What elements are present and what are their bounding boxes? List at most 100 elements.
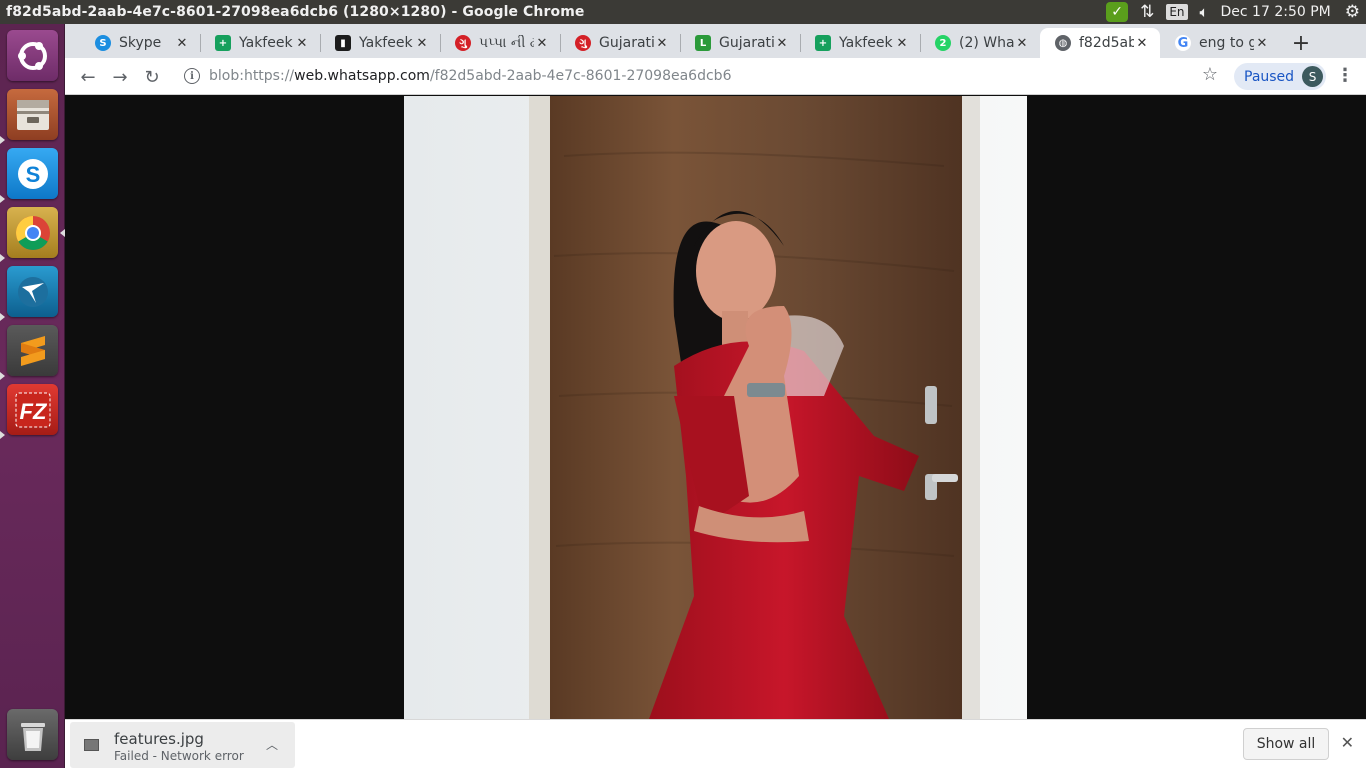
avatar: S <box>1302 66 1323 87</box>
tab-label: Yakfeek <box>839 35 893 51</box>
window-title: f82d5abd-2aab-4e7c-8601-27098ea6dcb6 (12… <box>6 4 585 20</box>
close-icon[interactable]: ✕ <box>1134 35 1150 51</box>
tab-7[interactable]: + Yakfeek ✕ <box>800 28 920 58</box>
gujarati-site-icon: ગુ <box>575 35 591 51</box>
close-icon[interactable]: ✕ <box>294 35 310 51</box>
indicator-area: ✓ ⇅ En 🔈︎ Dec 17 2:50 PM ⚙ <box>1100 0 1366 24</box>
kingfisher-icon <box>17 276 48 307</box>
reload-icon: ↻ <box>144 66 160 88</box>
profile-status: Paused <box>1244 68 1295 85</box>
forward-button[interactable]: → <box>107 64 133 90</box>
chrome-icon <box>15 215 50 250</box>
close-icon[interactable]: ✕ <box>654 35 670 51</box>
launcher-item-skype[interactable]: S <box>7 148 58 199</box>
tab-1[interactable]: S Skype ✕ <box>80 28 200 58</box>
yakfeek-icon: + <box>815 35 831 51</box>
tab-8[interactable]: 2 (2) What ✕ <box>920 28 1040 58</box>
tab-label: Gujarati <box>719 35 774 51</box>
volume-icon: 🔈︎ <box>1199 3 1209 21</box>
displayed-photo <box>404 96 1027 719</box>
chevron-up-icon[interactable]: ︿ <box>266 736 278 753</box>
download-filename: features.jpg <box>114 730 204 748</box>
launcher-item-dash[interactable] <box>7 30 58 81</box>
tab-5[interactable]: ગુ Gujarati ✕ <box>560 28 680 58</box>
google-icon: G <box>1175 35 1191 51</box>
svg-text:FZ: FZ <box>19 399 47 424</box>
date-label: Dec 17 <box>1220 4 1270 20</box>
close-icon[interactable]: ✕ <box>774 35 790 51</box>
show-all-button[interactable]: Show all <box>1243 728 1329 760</box>
close-icon[interactable]: ✕ <box>894 35 910 51</box>
sound-indicator[interactable]: 🔈︎ <box>1194 0 1215 24</box>
download-shelf: features.jpg Failed - Network error ︿ Sh… <box>65 719 1366 768</box>
tab-label: પપ્પા ની ઢ <box>479 35 534 51</box>
url-text[interactable]: blob:https://web.whatsapp.com/f82d5abd-2… <box>209 68 731 84</box>
update-indicator[interactable]: ✓ <box>1100 0 1134 24</box>
system-menu[interactable]: ⚙ <box>1339 0 1366 24</box>
tab-label: eng to g <box>1199 35 1254 51</box>
reload-button[interactable]: ↻ <box>139 64 165 90</box>
tab-2[interactable]: + Yakfeek ✕ <box>200 28 320 58</box>
tab-label: Gujarati <box>599 35 654 51</box>
url-path: /f82d5abd-2aab-4e7c-8601-27098ea6dcb6 <box>429 68 732 84</box>
globe-icon: ◍ <box>1055 35 1071 51</box>
files-icon <box>16 99 49 130</box>
tab-10[interactable]: Geng to g ✕ <box>1160 28 1280 58</box>
tab-9[interactable]: ◍ f82d5abd✕ <box>1040 28 1160 58</box>
close-icon[interactable]: ✕ <box>1254 35 1270 51</box>
network-arrows-icon: ⇅ <box>1140 2 1155 22</box>
tab-label: f82d5abd <box>1079 35 1134 51</box>
clock-indicator[interactable]: Dec 17 2:50 PM <box>1215 0 1339 24</box>
address-bar[interactable]: i blob:https://web.whatsapp.com/f82d5abd… <box>175 61 1225 91</box>
download-item[interactable]: features.jpg Failed - Network error ︿ <box>70 722 295 768</box>
download-status: Failed - Network error <box>114 749 244 763</box>
close-icon[interactable]: ✕ <box>1341 733 1354 752</box>
launcher: S FZ <box>0 24 65 768</box>
network-indicator[interactable]: ⇅ <box>1134 0 1160 24</box>
menu-dots-icon[interactable]: ⋮ <box>1336 65 1354 86</box>
tab-4[interactable]: ગુ પપ્પા ની ઢ ✕ <box>440 28 560 58</box>
arrow-left-icon: ← <box>80 66 96 88</box>
new-tab-button[interactable]: + <box>1288 30 1314 56</box>
sublime-text-icon <box>20 335 45 366</box>
tab-6[interactable]: L Gujarati ✕ <box>680 28 800 58</box>
launcher-item-chrome[interactable] <box>7 207 58 258</box>
gujarati-site-icon: ગુ <box>455 35 471 51</box>
launcher-item-files[interactable] <box>7 89 58 140</box>
svg-text:S: S <box>25 162 40 187</box>
url-host: web.whatsapp.com <box>294 68 430 84</box>
image-file-icon <box>84 739 99 751</box>
ruler-icon: L <box>695 35 711 51</box>
keyboard-indicator[interactable]: En <box>1160 0 1193 24</box>
launcher-item-trash[interactable] <box>7 709 58 760</box>
time-label: 2:50 PM <box>1274 4 1331 20</box>
tab-3[interactable]: ▮ Yakfeek ✕ <box>320 28 440 58</box>
arrow-right-icon: → <box>112 66 128 88</box>
whatsapp-icon: 2 <box>935 35 951 51</box>
launcher-item-filezilla[interactable]: FZ <box>7 384 58 435</box>
close-icon[interactable]: ✕ <box>174 35 190 51</box>
launcher-item-sublime[interactable] <box>7 325 58 376</box>
browser-toolbar: ← → ↻ i blob:https://web.whatsapp.com/f8… <box>65 58 1366 95</box>
close-icon[interactable]: ✕ <box>1014 35 1030 51</box>
back-button[interactable]: ← <box>75 64 101 90</box>
tab-label: Yakfeek <box>359 35 413 51</box>
close-icon[interactable]: ✕ <box>534 35 550 51</box>
close-icon[interactable]: ✕ <box>414 35 430 51</box>
info-icon[interactable]: i <box>184 68 200 84</box>
check-icon: ✓ <box>1106 2 1129 22</box>
launcher-item-kingfisher[interactable] <box>7 266 58 317</box>
language-label: En <box>1166 4 1188 20</box>
tab-label: Yakfeek <box>239 35 293 51</box>
skype-icon: S <box>95 35 111 51</box>
tab-label: (2) What <box>959 35 1014 51</box>
photo-image <box>404 96 1027 719</box>
filezilla-icon: FZ <box>15 392 50 427</box>
tab-label: Skype <box>119 35 162 51</box>
url-prefix: blob:https:// <box>209 68 295 84</box>
bookmark-star-icon[interactable]: ☆ <box>1202 64 1218 85</box>
profile-button[interactable]: Paused S <box>1234 63 1326 90</box>
trello-icon: ▮ <box>335 35 351 51</box>
trash-icon <box>20 722 45 751</box>
gear-icon: ⚙ <box>1344 2 1360 22</box>
